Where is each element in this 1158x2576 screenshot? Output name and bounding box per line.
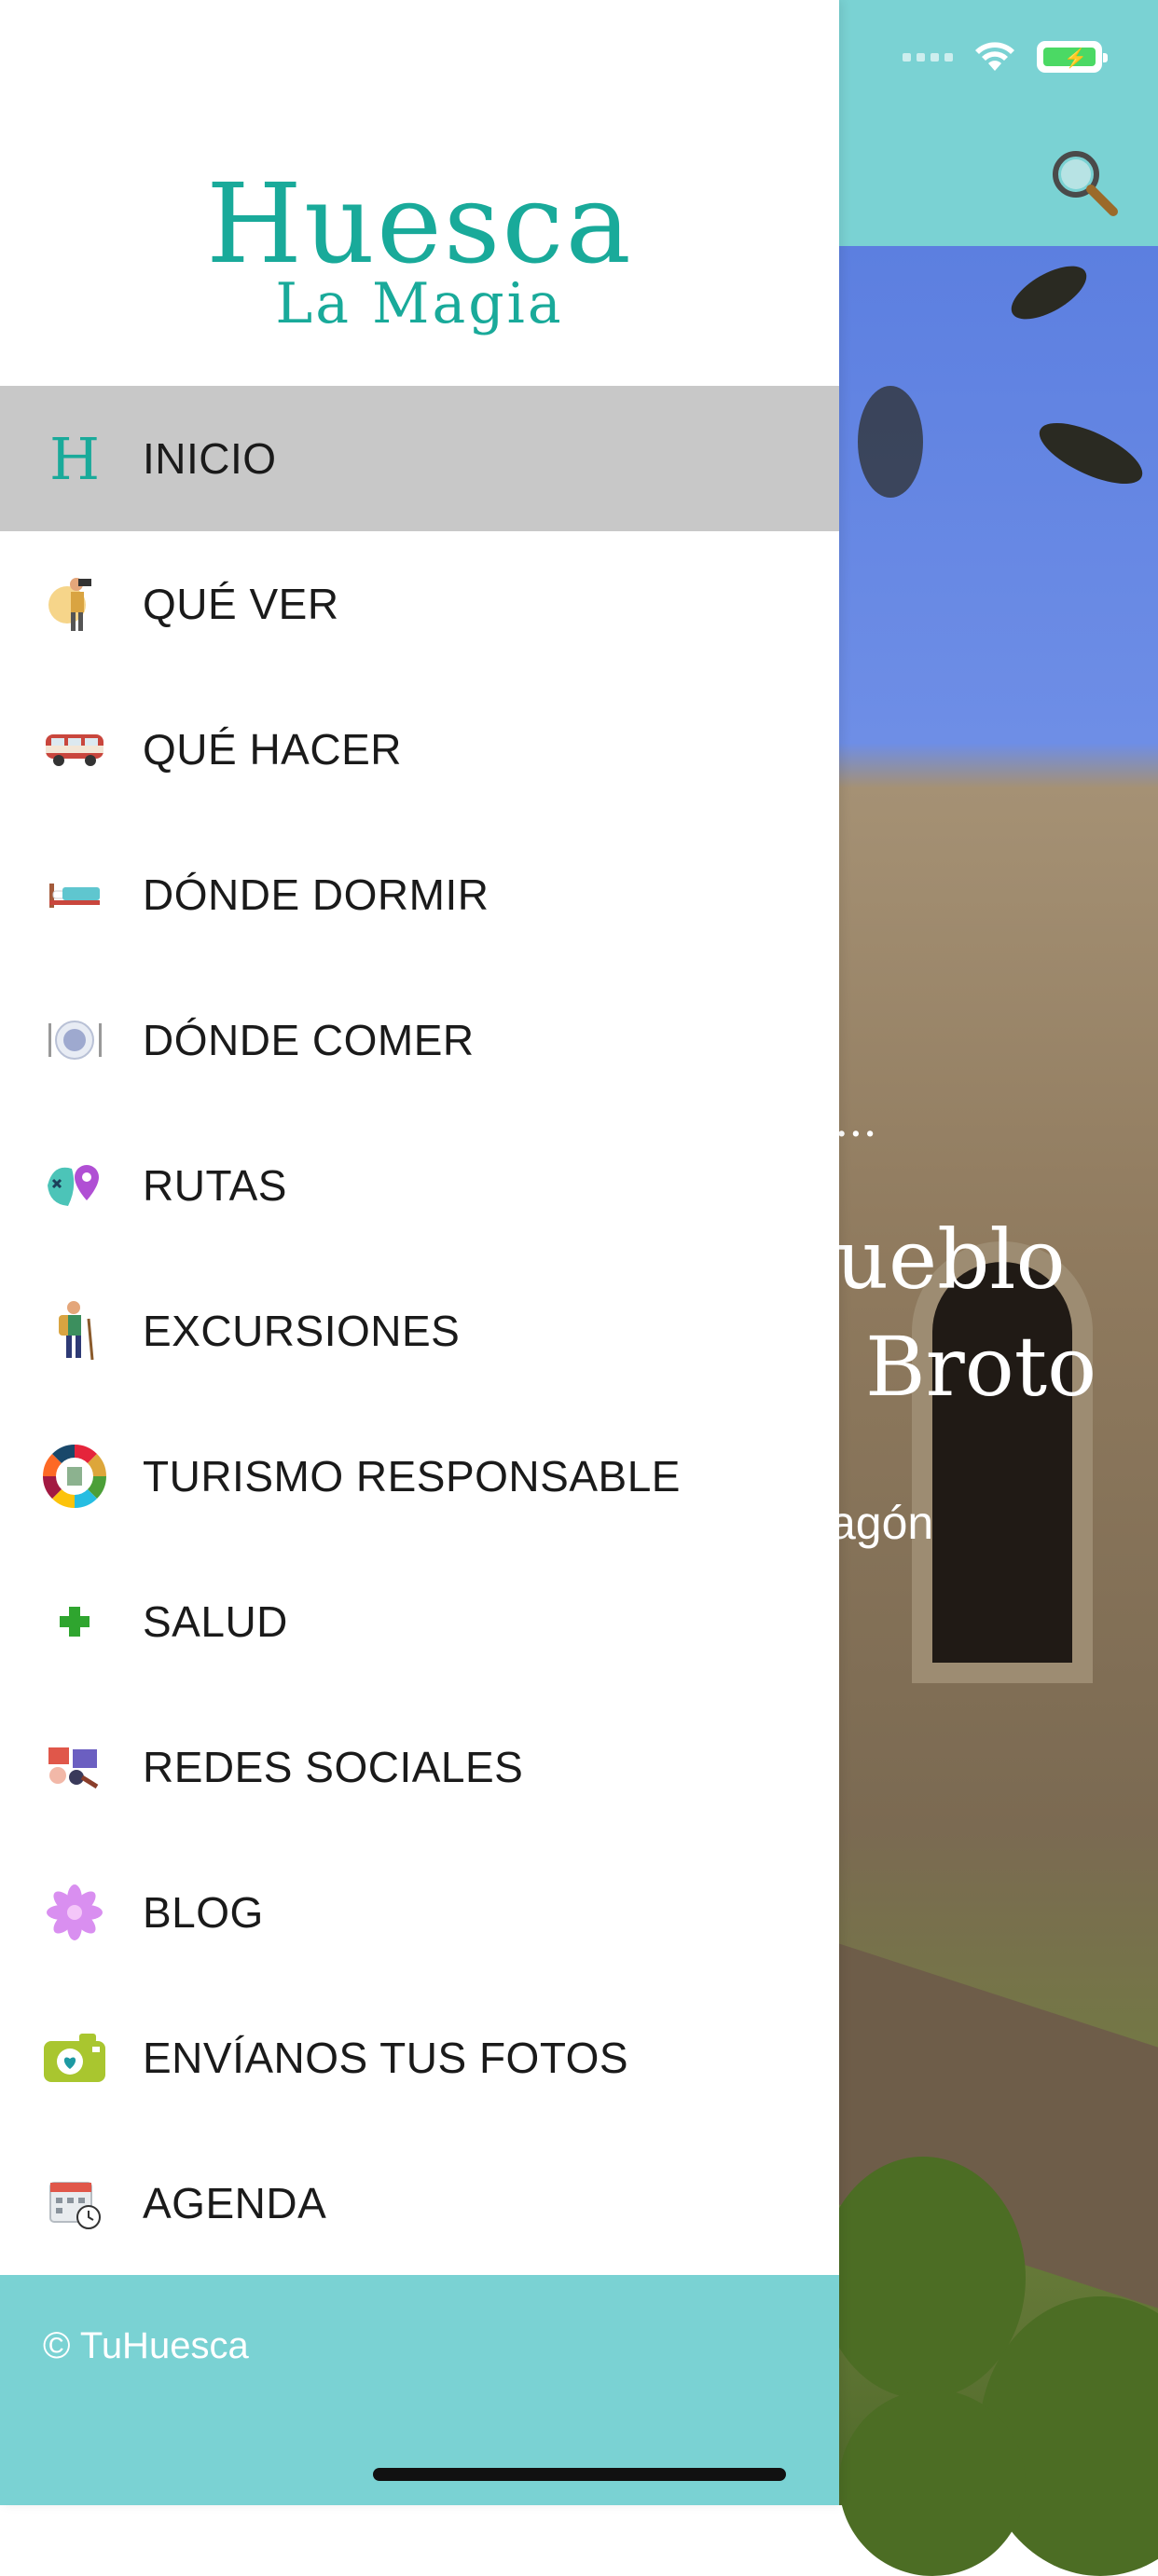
card-ellipsis: ... bbox=[834, 1095, 877, 1147]
calendar-icon bbox=[37, 2171, 112, 2236]
menu-item-turismo-responsable[interactable]: TURISMO RESPONSABLE bbox=[0, 1404, 839, 1549]
battery-charging-icon: ⚡ bbox=[1037, 41, 1108, 73]
bed-icon bbox=[37, 862, 112, 927]
status-bar: ⚡ bbox=[903, 41, 1108, 73]
photographer-icon bbox=[37, 571, 112, 637]
menu-item-label: BLOG bbox=[143, 1888, 264, 1937]
menu-item-donde-dormir[interactable]: DÓNDE DORMIR bbox=[0, 822, 839, 967]
drawer-menu: H INICIO QUÉ VER QUÉ HACER DÓNDE DORMIR … bbox=[0, 386, 839, 2276]
card-title-line2: Broto bbox=[865, 1319, 1097, 1415]
svg-text:H: H bbox=[49, 431, 100, 486]
card-subtitle: agón bbox=[830, 1497, 934, 1549]
menu-item-label: ENVÍANOS TUS FOTOS bbox=[143, 2034, 629, 2082]
menu-item-label: QUÉ VER bbox=[143, 580, 339, 628]
flower-icon bbox=[37, 1880, 112, 1945]
h-logo-icon: H bbox=[37, 426, 112, 491]
menu-item-blog[interactable]: BLOG bbox=[0, 1840, 839, 1985]
huesca-logo: Huesca La Magia bbox=[0, 168, 839, 332]
menu-item-label: SALUD bbox=[143, 1597, 288, 1646]
menu-item-label: DÓNDE COMER bbox=[143, 1016, 475, 1064]
plate-icon bbox=[37, 1007, 112, 1073]
logo-main-text: Huesca bbox=[206, 159, 633, 288]
signal-icon bbox=[903, 52, 953, 62]
menu-item-inicio[interactable]: H INICIO bbox=[0, 386, 839, 531]
menu-item-label: RUTAS bbox=[143, 1161, 287, 1210]
camera-icon bbox=[37, 2025, 112, 2090]
menu-item-salud[interactable]: SALUD bbox=[0, 1549, 839, 1694]
home-indicator[interactable] bbox=[373, 2468, 786, 2481]
menu-item-excursiones[interactable]: EXCURSIONES bbox=[0, 1258, 839, 1404]
menu-item-envianos-fotos[interactable]: ENVÍANOS TUS FOTOS bbox=[0, 1985, 839, 2131]
menu-item-que-hacer[interactable]: QUÉ HACER bbox=[0, 677, 839, 822]
side-drawer: Huesca La Magia H INICIO QUÉ VER QUÉ HAC… bbox=[0, 0, 839, 2505]
menu-item-label: AGENDA bbox=[143, 2179, 327, 2227]
menu-item-label: TURISMO RESPONSABLE bbox=[143, 1452, 681, 1500]
menu-item-agenda[interactable]: AGENDA bbox=[0, 2131, 839, 2276]
sdg-wheel-icon bbox=[37, 1444, 112, 1509]
menu-item-label: EXCURSIONES bbox=[143, 1307, 461, 1355]
copyright-text: © TuHuesca bbox=[43, 2325, 249, 2366]
map-pin-icon bbox=[37, 1153, 112, 1218]
camper-van-icon bbox=[37, 717, 112, 782]
health-cross-icon bbox=[37, 1589, 112, 1654]
menu-item-label: QUÉ HACER bbox=[143, 725, 402, 774]
search-icon[interactable] bbox=[1046, 144, 1121, 219]
menu-item-rutas[interactable]: RUTAS bbox=[0, 1113, 839, 1258]
menu-item-que-ver[interactable]: QUÉ VER bbox=[0, 531, 839, 677]
menu-item-redes-sociales[interactable]: REDES SOCIALES bbox=[0, 1694, 839, 1840]
menu-item-label: REDES SOCIALES bbox=[143, 1743, 524, 1791]
wifi-icon bbox=[975, 42, 1014, 71]
logo-sub-text: La Magia bbox=[275, 271, 564, 336]
hiker-icon bbox=[37, 1298, 112, 1363]
menu-item-label: DÓNDE DORMIR bbox=[143, 870, 489, 919]
menu-item-donde-comer[interactable]: DÓNDE COMER bbox=[0, 967, 839, 1113]
menu-item-label: INICIO bbox=[143, 434, 277, 483]
social-network-icon bbox=[37, 1734, 112, 1800]
